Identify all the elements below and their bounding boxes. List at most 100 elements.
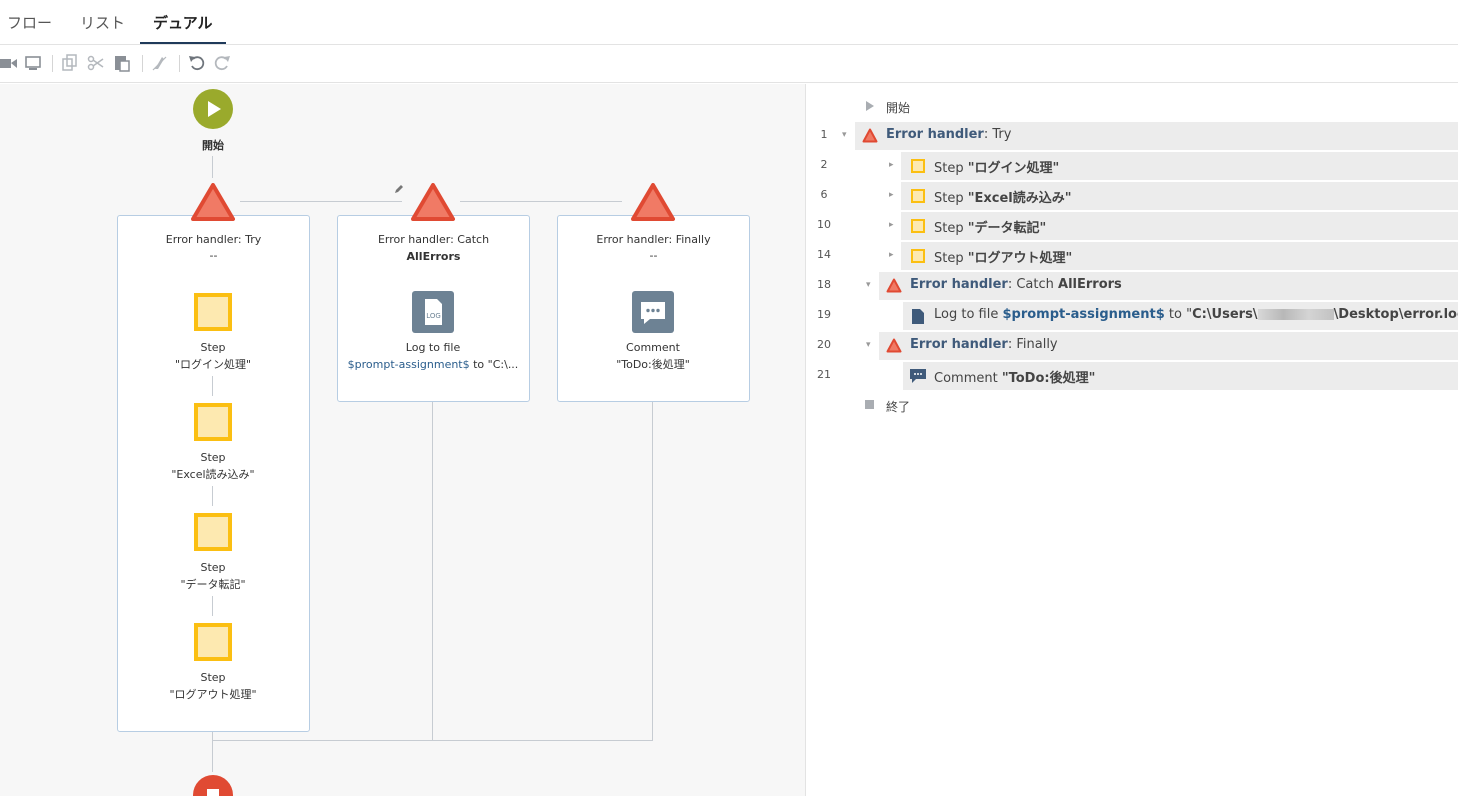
expand-caret-icon[interactable]: ▸ <box>889 160 894 170</box>
redacted-username <box>1257 309 1334 320</box>
list-item[interactable]: 18 ▾ Error handler: Catch AllErrors <box>807 272 1458 300</box>
svg-text:LOG: LOG <box>426 312 441 320</box>
line-number: 10 <box>817 218 831 231</box>
list-item-text: Error handler: Catch AllErrors <box>910 277 1122 292</box>
start-label: 開始 <box>202 139 224 152</box>
tab-list[interactable]: リスト <box>80 12 125 33</box>
step-icon <box>911 249 925 263</box>
list-start-row[interactable]: 開始 <box>807 93 1458 121</box>
list-item[interactable]: 1 ▾ Error handler: Try <box>807 122 1458 150</box>
tab-flow[interactable]: フロー <box>7 12 52 33</box>
step-icon <box>911 159 925 173</box>
list-item-text: Step "ログイン処理" <box>934 161 1060 176</box>
connector <box>213 740 653 741</box>
try-card-title: Error handler: Try <box>165 233 262 246</box>
toolbar <box>0 45 1458 83</box>
step-icon[interactable] <box>194 403 232 441</box>
line-number: 6 <box>820 188 828 201</box>
error-handler-icon[interactable] <box>631 183 675 221</box>
toolbar-separator <box>142 55 143 72</box>
list-item[interactable]: 21 Comment "ToDo:後処理" <box>807 362 1458 390</box>
active-tab-indicator <box>140 42 226 44</box>
list-item-text: Error handler: Try <box>886 127 1012 142</box>
list-item[interactable]: 20 ▾ Error handler: Finally <box>807 332 1458 360</box>
connector <box>212 596 213 616</box>
error-handler-icon <box>886 338 902 353</box>
step-label: Step "Excel読み込み" <box>171 451 255 481</box>
step-icon[interactable] <box>194 623 232 661</box>
list-end-row[interactable]: 終了 <box>807 392 1458 420</box>
redo-icon[interactable] <box>212 53 232 73</box>
line-number: 2 <box>820 158 828 171</box>
log-file-icon <box>912 309 924 324</box>
line-number: 14 <box>817 248 831 261</box>
cut-icon[interactable] <box>86 53 106 73</box>
connector <box>432 402 433 740</box>
line-number: 20 <box>817 338 831 351</box>
list-item[interactable]: 14 ▸ Step "ログアウト処理" <box>807 242 1458 270</box>
collapse-caret-icon[interactable]: ▾ <box>842 130 847 140</box>
list-end-label: 終了 <box>886 400 911 414</box>
step-icon[interactable] <box>194 513 232 551</box>
flow-canvas: 開始 Error handler: Try -- Error handler: … <box>0 84 806 796</box>
line-number: 19 <box>817 308 831 321</box>
toolbar-separator <box>52 55 53 72</box>
expand-caret-icon[interactable]: ▸ <box>889 220 894 230</box>
line-number: 1 <box>820 128 828 141</box>
error-handler-icon[interactable] <box>191 183 235 221</box>
log-file-icon[interactable]: LOG <box>412 291 454 333</box>
disable-icon[interactable] <box>150 53 170 73</box>
list-item-text: Step "データ転記" <box>934 221 1047 236</box>
step-label: Step "ログイン処理" <box>174 341 252 371</box>
toolbar-separator <box>179 55 180 72</box>
comment-icon[interactable] <box>632 291 674 333</box>
copy-icon[interactable] <box>60 53 80 73</box>
line-number: 21 <box>817 368 831 381</box>
connector <box>652 402 653 740</box>
connector <box>212 486 213 506</box>
end-node-icon[interactable] <box>192 774 234 796</box>
record-icon[interactable] <box>0 53 20 73</box>
step-label: Step "ログアウト処理" <box>169 671 257 701</box>
list-item-text: Error handler: Finally <box>910 337 1058 352</box>
step-icon[interactable] <box>194 293 232 331</box>
step-list: 開始 1 ▾ Error handler: Try 2 ▸ Step "ログイン… <box>807 84 1458 796</box>
paste-icon[interactable] <box>112 53 132 73</box>
error-handler-icon[interactable] <box>411 183 455 221</box>
step-icon <box>911 219 925 233</box>
comment-icon <box>910 369 926 383</box>
error-handler-icon <box>862 128 878 143</box>
collapse-caret-icon[interactable]: ▾ <box>866 340 871 350</box>
connector <box>240 201 402 202</box>
start-node-icon[interactable] <box>192 88 234 130</box>
finally-card-title: Error handler: Finally <box>596 233 711 246</box>
undo-icon[interactable] <box>187 53 207 73</box>
tab-dual[interactable]: デュアル <box>153 12 213 33</box>
list-item[interactable]: 6 ▸ Step "Excel読み込み" <box>807 182 1458 210</box>
connector <box>212 376 213 396</box>
log-to-file-label: Log to file $prompt-assignment$ to "C:\.… <box>347 341 519 371</box>
play-icon <box>866 101 874 111</box>
catch-card-title: Error handler: Catch <box>377 233 490 246</box>
line-number: 18 <box>817 278 831 291</box>
try-card-sub: -- <box>209 249 218 262</box>
screen-icon[interactable] <box>24 53 44 73</box>
finally-card-sub: -- <box>649 249 658 262</box>
error-handler-icon <box>886 278 902 293</box>
step-icon <box>911 189 925 203</box>
expand-caret-icon[interactable]: ▸ <box>889 190 894 200</box>
catch-card-sub: AllErrors <box>406 250 461 263</box>
list-item-text: Step "ログアウト処理" <box>934 251 1073 266</box>
list-item-text: Step "Excel読み込み" <box>934 191 1072 206</box>
list-item-text: Log to file $prompt-assignment$ to "C:\U… <box>934 307 1458 322</box>
edit-icon[interactable] <box>393 183 405 195</box>
comment-label: Comment "ToDo:後処理" <box>616 341 690 371</box>
list-item[interactable]: 10 ▸ Step "データ転記" <box>807 212 1458 240</box>
collapse-caret-icon[interactable]: ▾ <box>866 280 871 290</box>
step-label: Step "データ転記" <box>180 561 246 591</box>
list-item[interactable]: 2 ▸ Step "ログイン処理" <box>807 152 1458 180</box>
connector <box>460 201 622 202</box>
expand-caret-icon[interactable]: ▸ <box>889 250 894 260</box>
list-item[interactable]: 19 Log to file $prompt-assignment$ to "C… <box>807 302 1458 330</box>
connector <box>212 156 213 178</box>
